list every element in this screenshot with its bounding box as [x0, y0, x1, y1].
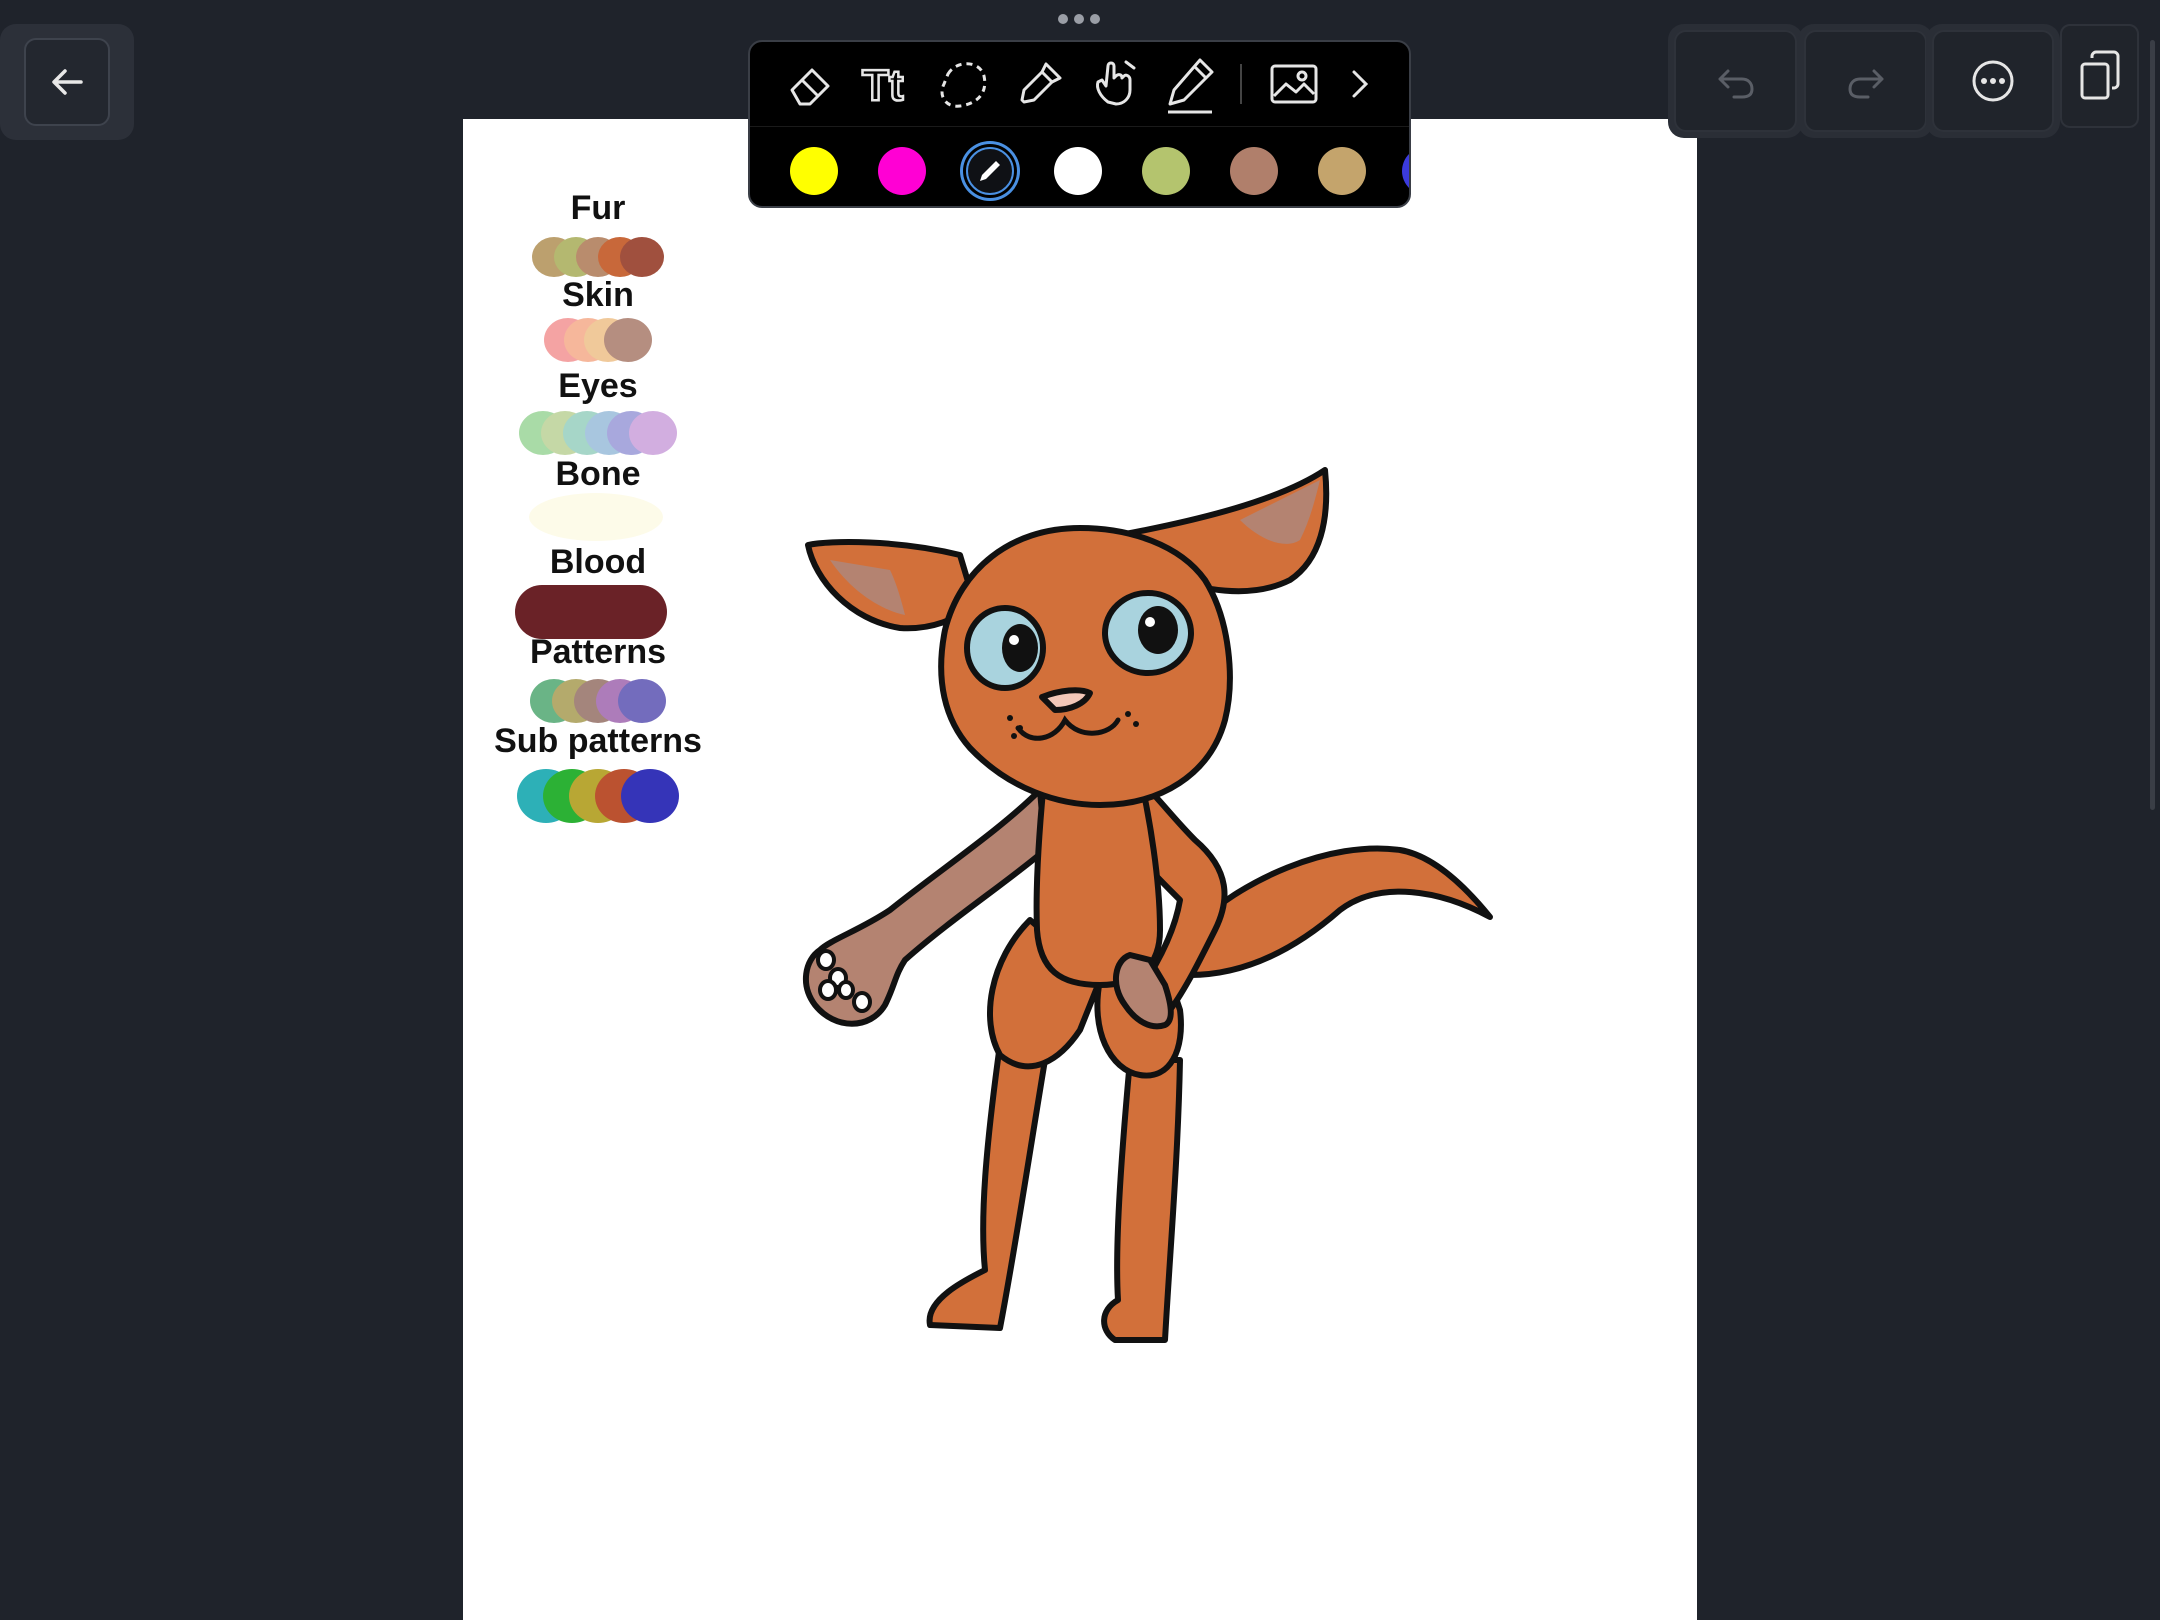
- drawing-canvas[interactable]: Fur Skin Eyes Bone Blood Patterns Sub patterns: [463, 119, 1697, 1620]
- vertical-scrollbar[interactable]: [2150, 40, 2155, 810]
- pen-icon: [980, 161, 1000, 181]
- pages-button[interactable]: [2060, 24, 2139, 128]
- lasso-icon: [940, 62, 987, 108]
- pages-icon: [2080, 50, 2119, 100]
- color-swatch[interactable]: [1142, 147, 1190, 195]
- back-button[interactable]: [0, 24, 134, 140]
- drawing-toolbar: Tt: [748, 40, 1411, 208]
- color-swatch[interactable]: [1054, 147, 1102, 195]
- lasso-tool[interactable]: [936, 56, 992, 112]
- drag-handle[interactable]: [1058, 14, 1100, 24]
- undo-button[interactable]: [1668, 24, 1803, 138]
- header-actions: [1668, 24, 2139, 138]
- color-swatch[interactable]: [790, 147, 838, 195]
- color-swatch[interactable]: [1402, 147, 1409, 195]
- hand-draw-icon: [1096, 60, 1136, 106]
- color-swatch-row: [750, 126, 1409, 206]
- color-swatch[interactable]: [878, 147, 926, 195]
- arrow-left-icon: [52, 69, 83, 95]
- toolbar-more-button[interactable]: [1340, 56, 1380, 112]
- color-swatch[interactable]: [966, 147, 1014, 195]
- pencil-icon: [1168, 58, 1214, 114]
- eyedropper-icon: [1020, 62, 1062, 104]
- svg-text:Tt: Tt: [862, 61, 904, 110]
- more-options-button[interactable]: [1926, 24, 2060, 138]
- hand-draw-tool[interactable]: [1086, 56, 1142, 112]
- text-tool[interactable]: Tt: [860, 56, 916, 112]
- character-drawing: [802, 467, 1493, 1343]
- toolbar-divider: [1240, 64, 1242, 104]
- image-icon: [1270, 64, 1318, 104]
- more-icon: [1972, 60, 2014, 102]
- color-swatch[interactable]: [1318, 147, 1366, 195]
- color-swatch[interactable]: [1230, 147, 1278, 195]
- text-icon: Tt: [861, 60, 905, 110]
- insert-image-tool[interactable]: [1266, 56, 1322, 112]
- chevron-right-icon: [1352, 70, 1369, 98]
- undo-icon: [1718, 69, 1753, 99]
- eraser-tool[interactable]: [782, 56, 838, 112]
- tools-row: Tt: [750, 42, 1409, 126]
- redo-icon: [1848, 69, 1883, 99]
- eyedropper-tool[interactable]: [1012, 56, 1068, 112]
- eraser-icon: [790, 68, 830, 106]
- pencil-tool[interactable]: [1162, 56, 1218, 114]
- redo-button[interactable]: [1798, 24, 1933, 138]
